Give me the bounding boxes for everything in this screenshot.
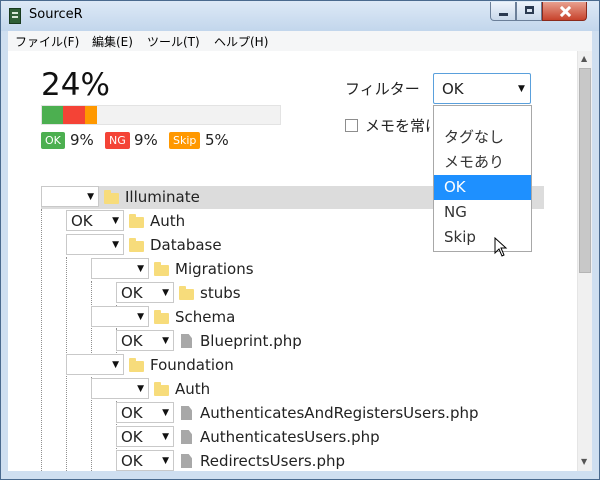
chevron-down-icon: ▼ — [137, 264, 144, 274]
tree-node-label[interactable]: Blueprint.php — [200, 332, 302, 350]
folder-icon — [129, 214, 144, 228]
status-select[interactable]: OK ▼ — [116, 330, 174, 351]
progress-percent: 24% — [41, 67, 110, 103]
skip-badge: Skip — [169, 132, 201, 149]
mouse-cursor-icon — [494, 237, 508, 257]
folder-icon — [104, 190, 119, 204]
scroll-up-arrow-icon[interactable]: ▲ — [581, 54, 587, 63]
scrollbar-thumb[interactable] — [579, 68, 591, 273]
window-title: SourceR — [29, 7, 83, 22]
file-icon — [181, 406, 192, 420]
chevron-down-icon: ▼ — [518, 84, 525, 94]
app-icon — [9, 8, 21, 24]
close-button[interactable] — [542, 2, 587, 21]
skip-percent: 5% — [205, 131, 229, 149]
ng-badge: NG — [105, 132, 130, 149]
vertical-scrollbar[interactable]: ▲ ▼ — [577, 51, 592, 471]
progress-segment-skip — [84, 106, 97, 124]
status-select[interactable]: OK ▼ — [116, 426, 174, 447]
menu-bar: ファイル(F) 編集(E) ツール(T) ヘルプ(H) — [8, 31, 592, 51]
status-select-value: OK — [121, 284, 143, 302]
status-select[interactable]: ▼ — [66, 354, 124, 375]
app-window: SourceR ファイル(F) 編集(E) ツール(T) ヘルプ(H) 24% … — [0, 0, 600, 480]
chevron-down-icon: ▼ — [162, 288, 169, 298]
progress-segment-ng — [63, 106, 85, 124]
status-select[interactable]: OK ▼ — [116, 282, 174, 303]
status-select[interactable]: ▼ — [91, 258, 149, 279]
memo-checkbox-label: メモを常に表示 — [365, 117, 431, 135]
status-select[interactable]: OK ▼ — [116, 450, 174, 471]
tree-node-label[interactable]: Auth — [175, 380, 210, 398]
main-panel: 24% OK 9% NG 9% Skip 5% フィルター OK ▼ メモを常に… — [8, 51, 592, 471]
ok-badge: OK — [41, 132, 65, 149]
chevron-down-icon: ▼ — [112, 360, 119, 370]
filter-option-has-memo[interactable]: メモあり — [434, 150, 531, 175]
filter-selected-value: OK — [442, 80, 464, 98]
chevron-down-icon: ▼ — [162, 336, 169, 346]
menu-file[interactable]: ファイル(F) — [15, 33, 79, 50]
tree-node-label[interactable]: RedirectsUsers.php — [200, 452, 345, 470]
status-select-value: OK — [71, 212, 93, 230]
progress-segment-ok — [42, 106, 64, 124]
tree-node-label[interactable]: AuthenticatesUsers.php — [200, 428, 380, 446]
title-bar[interactable]: SourceR — [1, 1, 599, 31]
ok-percent: 9% — [70, 131, 94, 149]
tree-guide-line — [41, 209, 42, 471]
chevron-down-icon: ▼ — [87, 192, 94, 202]
tree-node-label[interactable]: Illuminate — [125, 188, 200, 206]
folder-icon — [129, 358, 144, 372]
status-select[interactable]: ▼ — [41, 186, 99, 207]
tree-node-label[interactable]: Migrations — [175, 260, 254, 278]
chevron-down-icon: ▼ — [162, 432, 169, 442]
chevron-down-icon: ▼ — [137, 384, 144, 394]
status-select-value: OK — [121, 404, 143, 422]
menu-tools[interactable]: ツール(T) — [147, 33, 200, 50]
menu-help[interactable]: ヘルプ(H) — [214, 33, 268, 50]
status-select-value: OK — [121, 452, 143, 470]
chevron-down-icon: ▼ — [162, 456, 169, 466]
chevron-down-icon: ▼ — [112, 240, 119, 250]
folder-icon — [154, 262, 169, 276]
file-icon — [181, 334, 192, 348]
filter-option-untagged[interactable]: タグなし — [434, 125, 531, 150]
status-select-value: OK — [121, 428, 143, 446]
scroll-down-arrow-icon[interactable]: ▼ — [581, 457, 587, 466]
filter-label: フィルター — [345, 80, 420, 98]
folder-icon — [154, 382, 169, 396]
tree-node-label[interactable]: Foundation — [150, 356, 234, 374]
filter-dropdown-list: タグなし メモあり OK NG Skip — [433, 105, 532, 252]
memo-checkbox[interactable] — [345, 119, 358, 132]
status-select[interactable]: ▼ — [91, 306, 149, 327]
status-select[interactable]: ▼ — [91, 378, 149, 399]
minimize-button[interactable] — [490, 2, 516, 21]
progress-bar — [41, 105, 281, 125]
maximize-button[interactable] — [516, 2, 542, 21]
file-icon — [181, 430, 192, 444]
status-select[interactable]: OK ▼ — [66, 210, 124, 231]
folder-icon — [179, 286, 194, 300]
filter-option-skip[interactable]: Skip — [434, 225, 531, 250]
chevron-down-icon: ▼ — [162, 408, 169, 418]
filter-option-ok[interactable]: OK — [434, 175, 531, 200]
status-select[interactable]: ▼ — [66, 234, 124, 255]
tree-node-label[interactable]: Schema — [175, 308, 235, 326]
file-icon — [181, 454, 192, 468]
tree-node-label[interactable]: Database — [150, 236, 222, 254]
menu-edit[interactable]: 編集(E) — [92, 33, 133, 50]
filter-option-ng[interactable]: NG — [434, 200, 531, 225]
status-select-value: OK — [121, 332, 143, 350]
chevron-down-icon: ▼ — [112, 216, 119, 226]
chevron-down-icon: ▼ — [137, 312, 144, 322]
tree-node-label[interactable]: Auth — [150, 212, 185, 230]
folder-icon — [129, 238, 144, 252]
ng-percent: 9% — [134, 131, 158, 149]
tree-node-label[interactable]: stubs — [200, 284, 241, 302]
tree-node-label[interactable]: AuthenticatesAndRegistersUsers.php — [200, 404, 479, 422]
folder-icon — [154, 310, 169, 324]
status-select[interactable]: OK ▼ — [116, 402, 174, 423]
filter-select[interactable]: OK ▼ — [433, 73, 531, 104]
